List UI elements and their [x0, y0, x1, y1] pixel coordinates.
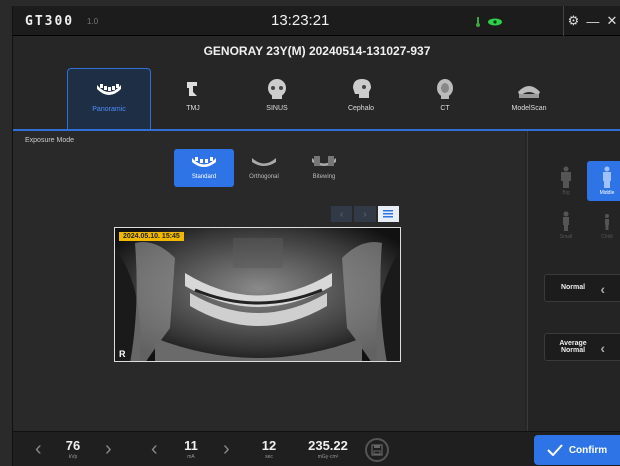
app-logo: GT300	[25, 14, 75, 29]
patient-info: GENORAY 23Y(M) 20240514-131027-937	[203, 44, 431, 58]
tab-label: SINUS	[266, 105, 288, 112]
confirm-label: Confirm	[568, 444, 608, 456]
ma-readout: 11 mA	[171, 438, 211, 460]
minimize-button[interactable]: —	[586, 14, 599, 29]
patient-options-panel: Big Middle Small Child Normal ‹ Average …	[527, 131, 620, 431]
tab-tmj[interactable]: TMJ	[151, 68, 235, 126]
density-select[interactable]: Normal ‹	[544, 274, 620, 302]
body-size-middle-button[interactable]: Middle	[587, 161, 620, 201]
view-toggle: ‹ ›	[331, 206, 401, 222]
ma-unit: mA	[187, 454, 195, 460]
mode-tabs: Panoramic TMJ SINUS Cephalo CT ModelScan	[67, 68, 571, 130]
arch-value: Average Normal	[559, 339, 587, 354]
chevron-right-icon: ›	[363, 208, 367, 220]
model-scan-icon	[518, 86, 540, 98]
tab-label: TMJ	[186, 105, 200, 112]
close-button[interactable]: ✕	[607, 13, 618, 29]
chevron-left-icon: ‹	[600, 340, 605, 356]
tab-cephalo[interactable]: Cephalo	[319, 68, 403, 126]
mode-orthogonal-button[interactable]: Orthogonal	[234, 149, 294, 187]
save-icon	[371, 444, 383, 456]
tmj-icon	[187, 82, 197, 96]
clock: 13:23:21	[271, 12, 330, 29]
tab-sinus[interactable]: SINUS	[235, 68, 319, 126]
exposure-panel: Exposure Mode Standard Orthogonal Bitewi…	[13, 131, 525, 431]
adult-middle-figure-icon	[603, 166, 611, 188]
body-size-small-button[interactable]: Small	[546, 205, 586, 245]
body-size-label: Child	[601, 234, 613, 240]
dose-value: 235.22	[308, 438, 348, 453]
panoramic-jaw-icon	[97, 84, 121, 95]
ma-increase-button[interactable]: ›	[223, 438, 230, 461]
arch-select[interactable]: Average Normal ‹	[544, 333, 620, 361]
dose-unit: mGy·cm²	[317, 454, 339, 460]
save-button[interactable]	[365, 438, 389, 462]
child-figure-icon	[605, 214, 609, 230]
small-figure-icon	[563, 211, 569, 231]
app-window: GT300 1.0 13:23:21 ⚙ — ✕ GENORAY 23Y(M) …	[12, 6, 620, 466]
mode-label: Orthogonal	[249, 174, 279, 180]
tab-label: CT	[440, 105, 450, 112]
mode-bitewing-button[interactable]: Bitewing	[294, 149, 354, 187]
kvp-value: 76	[65, 438, 81, 453]
next-view-button[interactable]: ›	[354, 206, 376, 222]
thermometer-icon	[476, 17, 480, 27]
sec-readout: 12 sec	[249, 438, 289, 460]
tab-label: Panoramic	[92, 106, 126, 113]
density-value: Normal	[560, 284, 586, 292]
chevron-left-icon: ‹	[600, 281, 605, 297]
ma-decrease-button[interactable]: ‹	[151, 438, 158, 461]
capture-date-tag: 2024.05.10. 15:45	[119, 232, 184, 241]
cephalo-skull-icon	[353, 79, 371, 98]
title-bar: GT300 1.0 13:23:21 ⚙ — ✕	[13, 6, 620, 36]
side-marker: R	[119, 349, 126, 359]
checkmark-icon	[547, 444, 563, 456]
body-size-big-button[interactable]: Big	[546, 161, 586, 201]
sec-unit: sec	[265, 454, 273, 460]
sec-value: 12	[261, 438, 277, 453]
standard-arch-icon	[192, 157, 216, 167]
tab-panoramic[interactable]: Panoramic	[67, 68, 151, 130]
ct-head-icon	[437, 79, 453, 99]
dose-readout: 235.22 mGy·cm²	[301, 438, 355, 460]
prev-view-button[interactable]: ‹	[331, 206, 353, 222]
app-version: 1.0	[87, 17, 99, 26]
body-size-label: Middle	[599, 190, 615, 196]
body-size-child-button[interactable]: Child	[587, 205, 620, 245]
exposure-parameter-bar: ‹ 76 kVp › ‹ 11 mA › 12 sec 235.22 mGy·c…	[13, 431, 620, 466]
adult-big-figure-icon	[561, 166, 571, 188]
gear-icon[interactable]: ⚙	[568, 13, 580, 29]
kvp-unit: kVp	[68, 454, 78, 460]
kvp-decrease-button[interactable]: ‹	[35, 438, 42, 461]
body-size-label: Big	[562, 190, 570, 196]
confirm-button[interactable]: Confirm	[534, 435, 620, 465]
tab-modelscan[interactable]: ModelScan	[487, 68, 571, 126]
mode-standard-button[interactable]: Standard	[174, 149, 234, 187]
window-controls: ⚙ — ✕	[563, 6, 620, 36]
list-view-button[interactable]	[377, 206, 399, 222]
eye-icon	[488, 18, 502, 26]
chevron-left-icon: ‹	[339, 208, 344, 220]
tab-label: Cephalo	[347, 105, 375, 112]
mode-label: Bitewing	[312, 174, 336, 180]
xray-picture	[115, 228, 400, 361]
ma-value: 11	[184, 438, 198, 453]
mode-label: Standard	[191, 174, 217, 180]
body-size-label: Small	[559, 234, 573, 240]
kvp-increase-button[interactable]: ›	[105, 438, 112, 461]
exposure-mode-label: Exposure Mode	[25, 137, 75, 144]
sinus-skull-icon	[268, 79, 286, 99]
tab-ct[interactable]: CT	[403, 68, 487, 126]
kvp-readout: 76 kVp	[53, 438, 93, 460]
tab-label: ModelScan	[511, 105, 547, 112]
list-icon	[383, 210, 394, 218]
bitewing-arch-icon	[312, 156, 336, 166]
orthogonal-arch-icon	[252, 158, 276, 166]
panoramic-xray-image: 2024.05.10. 15:45 R	[114, 227, 401, 362]
